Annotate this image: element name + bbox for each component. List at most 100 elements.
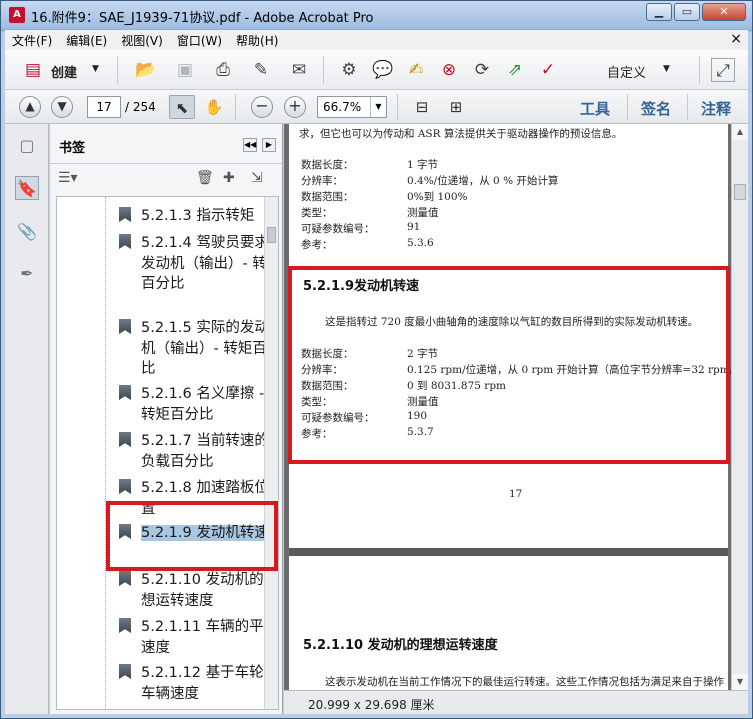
signatures-icon[interactable]: ✒ bbox=[15, 262, 39, 286]
doc-field-key: 可疑参数编号： bbox=[301, 223, 375, 235]
hand-tool-icon[interactable]: ✋ bbox=[201, 95, 227, 119]
bookmarks-list: 5.2.1.3 指示转矩 5.2.1.4 驾驶员要求发动机（输出）- 转矩百分比… bbox=[56, 196, 279, 710]
bookmark-item[interactable]: 5.2.1.12 基于车轮的车辆速度 bbox=[119, 663, 278, 704]
open-folder-icon[interactable]: 📂 bbox=[134, 58, 158, 82]
comment-pane-link[interactable]: 注释 bbox=[701, 98, 731, 119]
toolbar-separator bbox=[323, 56, 324, 84]
extract-page-icon[interactable]: ⇗ bbox=[503, 58, 527, 82]
attachments-paperclip-icon[interactable]: 📎 bbox=[15, 220, 39, 244]
new-bookmark-icon[interactable]: ✚ bbox=[223, 170, 235, 186]
page-thumbnails-icon[interactable]: ▢ bbox=[15, 134, 39, 158]
zoom-level-value: 66.7% bbox=[323, 100, 362, 114]
bookmark-item[interactable]: 5.2.1.6 名义摩擦 - 转矩百分比 bbox=[119, 384, 278, 425]
menu-bar: 文件(F) 编辑(E) 视图(V) 窗口(W) 帮助(H) × bbox=[5, 30, 748, 50]
zoom-out-button[interactable]: − bbox=[251, 96, 273, 118]
doc-field-value: 5.3.6 bbox=[407, 237, 434, 249]
chevron-down-icon[interactable]: ▼ bbox=[663, 64, 670, 74]
pdf-page: 5.2.1.10 发动机的理想运转速度 这表示发动机在当前工作情况下的最佳运行转… bbox=[289, 556, 728, 690]
delete-bookmark-icon[interactable]: 🗑 bbox=[196, 170, 214, 186]
document-close-icon[interactable]: × bbox=[730, 31, 742, 47]
maximize-button[interactable]: ▭ bbox=[674, 3, 700, 21]
save-icon[interactable]: ▣ bbox=[173, 58, 197, 82]
bookmark-label: 5.2.1.10 发动机的理想运转速度 bbox=[141, 572, 279, 609]
create-dropdown-icon[interactable]: ▼ bbox=[92, 64, 99, 74]
page-number-input[interactable]: 17 bbox=[87, 96, 121, 118]
delete-page-icon[interactable]: ⊗ bbox=[437, 58, 461, 82]
bookmark-label: 5.2.1.3 指示转矩 bbox=[141, 208, 255, 224]
bookmarks-scrollbar[interactable] bbox=[264, 197, 278, 709]
menu-window[interactable]: 窗口(W) bbox=[170, 32, 229, 49]
edit-icon[interactable]: ✎ bbox=[249, 58, 273, 82]
bookmarks-panel: 书签 ◀◀ ▶ ☰▾ 🗑 ✚ ⇲ 5.2.1.3 指示转矩 5.2.1.4 驾驶… bbox=[50, 124, 283, 714]
scrollbar-thumb[interactable] bbox=[734, 184, 746, 200]
bookmarks-icon[interactable]: 🔖 bbox=[15, 176, 39, 200]
annotation-highlight-box bbox=[106, 501, 278, 571]
doc-field-key: 数据长度： bbox=[301, 159, 354, 171]
create-pdf-icon[interactable]: ▤ bbox=[21, 58, 45, 82]
annotation-highlight-box bbox=[288, 266, 730, 464]
collapse-panel-icon[interactable]: ◀◀ bbox=[243, 138, 257, 152]
doc-text-line: 求，但它也可以为传动和 ASR 算法提供关于驱动器操作的预设信息。 bbox=[299, 128, 623, 140]
bookmark-icon bbox=[119, 618, 131, 633]
doc-field-key: 类型： bbox=[301, 207, 333, 219]
bookmark-item[interactable]: 5.2.1.3 指示转矩 bbox=[119, 206, 278, 227]
menu-file[interactable]: 文件(F) bbox=[5, 32, 59, 49]
customize-dropdown[interactable]: 自定义 bbox=[607, 62, 646, 81]
doc-field-value: 测量值 bbox=[407, 207, 439, 219]
menu-edit[interactable]: 编辑(E) bbox=[59, 32, 114, 49]
close-button[interactable]: ✕ bbox=[702, 3, 746, 21]
bookmark-icon bbox=[119, 432, 131, 447]
bookmark-item[interactable]: 5.2.1.5 实际的发动机（输出）- 转矩百分比 bbox=[119, 318, 279, 380]
bookmark-label: 5.2.1.5 实际的发动机（输出）- 转矩百分比 bbox=[141, 320, 279, 377]
previous-page-button[interactable]: ▲ bbox=[19, 96, 41, 118]
pdf-icon: A bbox=[9, 7, 25, 23]
page-total: / 254 bbox=[125, 100, 156, 114]
zoom-in-button[interactable]: + bbox=[284, 96, 306, 118]
page-break bbox=[289, 548, 728, 556]
bookmark-item[interactable]: 5.2.1.11 车辆的平地速度 bbox=[119, 617, 278, 658]
highlight-text-icon[interactable]: ✍ bbox=[404, 58, 428, 82]
bookmark-item[interactable]: 5.2.1.10 发动机的理想运转速度 bbox=[119, 570, 279, 611]
sign-document-icon[interactable]: ✓ bbox=[536, 58, 560, 82]
bookmark-item[interactable]: 5.2.1.7 当前转速的负载百分比 bbox=[119, 431, 278, 472]
options-menu-icon[interactable]: ☰▾ bbox=[58, 170, 78, 186]
document-viewport: 求，但它也可以为传动和 ASR 算法提供关于驱动器操作的预设信息。 数据长度： … bbox=[284, 124, 753, 690]
create-button[interactable]: 创建 bbox=[51, 62, 77, 81]
chevron-down-icon[interactable]: ▼ bbox=[370, 97, 386, 117]
sign-pane-link[interactable]: 签名 bbox=[641, 98, 671, 119]
bookmark-label: 5.2.1.6 名义摩擦 - 转矩百分比 bbox=[141, 386, 265, 423]
comment-icon[interactable]: 💬 bbox=[371, 58, 395, 82]
rotate-page-icon[interactable]: ⟳ bbox=[470, 58, 494, 82]
document-scrollbar[interactable]: ▲ ▼ bbox=[731, 124, 748, 690]
fullscreen-icon[interactable]: ⤢ bbox=[711, 58, 735, 82]
scroll-down-icon[interactable]: ▼ bbox=[732, 674, 748, 690]
section-heading: 5.2.1.10 发动机的理想运转速度 bbox=[303, 638, 498, 653]
bookmark-item[interactable]: 5.2.1.4 驾驶员要求发动机（输出）- 转矩百分比 bbox=[119, 233, 278, 295]
doc-field-key: 参考： bbox=[301, 239, 333, 251]
bookmark-icon bbox=[119, 319, 131, 334]
acrobat-window: A 16.附件9：SAE_J1939-71协议.pdf - Adobe Acro… bbox=[0, 0, 753, 719]
doc-field-key: 数据范围： bbox=[301, 191, 354, 203]
fit-page-icon[interactable]: ⊞ bbox=[443, 95, 469, 119]
fit-width-icon[interactable]: ⊟ bbox=[409, 95, 435, 119]
scroll-up-icon[interactable]: ▲ bbox=[732, 124, 748, 140]
expand-panel-icon[interactable]: ▶ bbox=[262, 138, 276, 152]
menu-view[interactable]: 视图(V) bbox=[114, 32, 170, 49]
zoom-level-select[interactable]: 66.7% ▼ bbox=[317, 96, 387, 118]
status-bar: 20.999 x 29.698 厘米 bbox=[284, 690, 748, 714]
menu-help[interactable]: 帮助(H) bbox=[229, 32, 285, 49]
expand-bookmark-icon[interactable]: ⇲ bbox=[251, 170, 263, 186]
next-page-button[interactable]: ▼ bbox=[51, 96, 73, 118]
minimize-button[interactable]: ▁ bbox=[646, 3, 672, 21]
page-size-label: 20.999 x 29.698 厘米 bbox=[308, 698, 435, 712]
doc-field-value: 0.4%/位递增，从 0 % 开始计算 bbox=[407, 175, 559, 187]
tools-pane-link[interactable]: 工具 bbox=[580, 98, 610, 119]
doc-field-value: 1 字节 bbox=[407, 159, 439, 171]
settings-gear-icon[interactable]: ⚙ bbox=[337, 58, 361, 82]
select-tool-icon[interactable]: ⬉ bbox=[169, 95, 195, 119]
print-icon[interactable]: ⎙ bbox=[211, 58, 235, 82]
tree-guide-line bbox=[105, 197, 106, 709]
scrollbar-thumb[interactable] bbox=[267, 227, 276, 243]
title-bar: A 16.附件9：SAE_J1939-71协议.pdf - Adobe Acro… bbox=[1, 1, 752, 29]
email-icon[interactable]: ✉ bbox=[287, 58, 311, 82]
